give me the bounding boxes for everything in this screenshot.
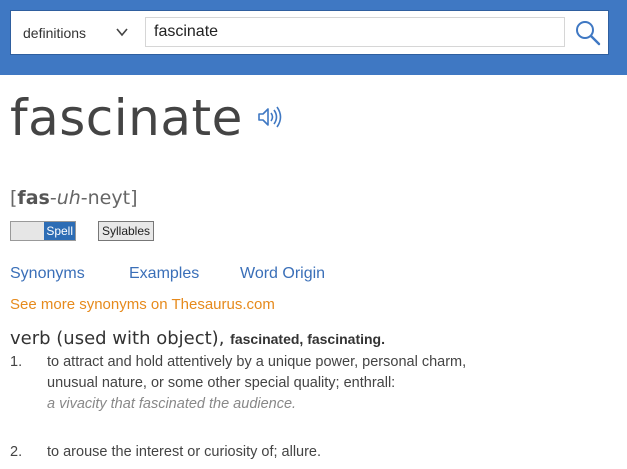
search-bar: definitions	[10, 10, 609, 55]
pron-sep2: -	[80, 187, 88, 209]
search-mode-label: definitions	[23, 24, 87, 41]
pron-close: ]	[130, 187, 138, 209]
search-header: definitions	[0, 0, 627, 75]
pron-stressed: fas	[17, 187, 50, 209]
pron-last: neyt	[87, 187, 131, 209]
syllables-button[interactable]: Syllables	[98, 221, 155, 241]
search-mode-dropdown[interactable]: definitions	[11, 11, 138, 54]
word-origin-link[interactable]: Word Origin	[240, 265, 325, 283]
pron-unstressed: uh	[56, 187, 81, 209]
inflections: fascinated, fascinating.	[230, 331, 385, 347]
definition-text-line: to arouse the interest or curiosity of; …	[47, 444, 322, 460]
examples-link[interactable]: Examples	[129, 265, 199, 283]
definition-number: 1.	[10, 354, 23, 370]
chevron-down-icon	[116, 28, 128, 37]
thesaurus-link[interactable]: See more synonyms on Thesaurus.com	[10, 296, 275, 313]
definition-text-line: unusual nature, or some other special qu…	[47, 375, 396, 391]
headword: fascinate	[10, 89, 243, 147]
spell-label: Spell	[44, 222, 75, 240]
part-of-speech: verb (used with object), fascinated, fas…	[10, 328, 385, 349]
search-button[interactable]	[570, 15, 606, 51]
speaker-icon[interactable]	[255, 103, 283, 131]
spell-toggle[interactable]: Spell	[10, 221, 76, 241]
pron-sep1: -	[49, 187, 57, 209]
search-icon	[576, 21, 601, 46]
synonyms-link[interactable]: Synonyms	[10, 265, 85, 283]
definition-text-line: to attract and hold attentively by a uni…	[47, 354, 467, 370]
pronunciation: [fas-uh-neyt]	[10, 187, 138, 209]
definition-number: 2.	[10, 444, 23, 460]
search-input[interactable]	[145, 17, 565, 47]
pos-label: verb (used with object),	[10, 328, 225, 349]
definition-example: a vivacity that fascinated the audience.	[47, 396, 297, 412]
